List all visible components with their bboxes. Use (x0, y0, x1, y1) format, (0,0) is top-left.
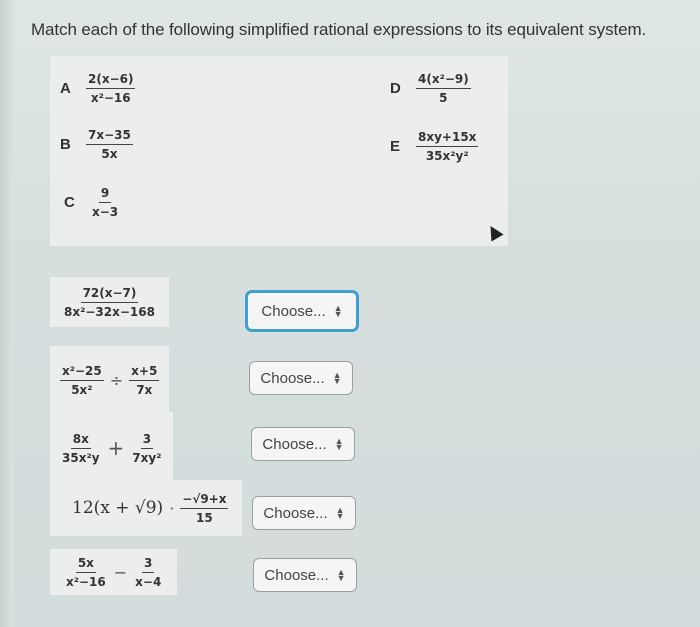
select-arrows-icon: ▲ ▼ (335, 505, 345, 521)
option-letter: D (390, 80, 401, 97)
option-fraction: 2(x−6) x²−16 (86, 72, 136, 105)
option-d: D 4(x²−9) 5 (390, 72, 471, 105)
select-arrows-icon: ▲ ▼ (332, 370, 342, 386)
option-letter: C (64, 194, 75, 211)
operator: · (169, 498, 175, 518)
expression: 5x x²−16 − 3 x−4 (50, 549, 178, 595)
option-e: E 8xy+15x 35x²y² (390, 130, 479, 163)
expression-fraction-right: 3 x−4 (135, 555, 162, 589)
option-fraction: 9 x−3 (92, 186, 119, 219)
option-fraction: 7x−35 5x (86, 128, 133, 161)
expression-prefix: 12(x + √9) (72, 498, 164, 518)
expression: 12(x + √9) · −√9+x 15 (50, 480, 243, 536)
expression-fraction-left: 5x x²−16 (66, 555, 106, 589)
option-fraction: 8xy+15x 35x²y² (416, 130, 479, 163)
option-letter: A (60, 80, 71, 97)
expression-fraction: −√9+x 15 (180, 491, 229, 525)
expression: 8x 35x²y + 3 7xy² (50, 412, 174, 484)
option-letter: E (390, 138, 401, 155)
screen-edge (0, 0, 14, 627)
select-arrows-icon: ▲ ▼ (336, 567, 346, 583)
expression-fraction-left: 8x 35x²y (62, 431, 100, 465)
problem-row-1: 72(x−7) 8x²−32x−168 (50, 277, 169, 327)
match-select-5[interactable]: Choose... ▲ ▼ (253, 558, 357, 592)
option-a: A 2(x−6) x²−16 (60, 72, 136, 105)
option-fraction: 4(x²−9) 5 (416, 72, 471, 105)
problem-row-2: x²−25 5x² ÷ x+5 7x (50, 346, 170, 414)
option-c: C 9 x−3 (64, 186, 120, 219)
match-select-1[interactable]: Choose... ▲ ▼ (245, 290, 359, 332)
question-text: Match each of the following simplified r… (31, 20, 647, 39)
operator: + (107, 436, 125, 460)
match-select-3[interactable]: Choose... ▲ ▼ (251, 427, 355, 461)
expression: 72(x−7) 8x²−32x−168 (50, 277, 169, 327)
operator: − (113, 562, 128, 582)
operator: ÷ (109, 370, 124, 390)
option-letter: B (60, 136, 71, 153)
problem-row-4: 12(x + √9) · −√9+x 15 (50, 480, 243, 536)
select-arrows-icon: ▲ ▼ (333, 303, 343, 319)
expression-fraction-right: x+5 7x (129, 363, 160, 397)
problem-row-3: 8x 35x²y + 3 7xy² (50, 412, 174, 484)
match-select-2[interactable]: Choose... ▲ ▼ (249, 361, 353, 395)
expression: x²−25 5x² ÷ x+5 7x (50, 346, 170, 414)
expression-fraction: 72(x−7) 8x²−32x−168 (64, 285, 155, 319)
match-select-4[interactable]: Choose... ▲ ▼ (252, 496, 356, 530)
expression-fraction-left: x²−25 5x² (60, 363, 104, 397)
expression-fraction-right: 3 7xy² (132, 431, 162, 465)
answer-options-panel: A 2(x−6) x²−16 B 7x−35 5x C 9 x−3 D 4(x²−9)… (50, 56, 508, 246)
option-b: B 7x−35 5x (60, 128, 133, 161)
select-arrows-icon: ▲ ▼ (334, 436, 344, 452)
problem-row-5: 5x x²−16 − 3 x−4 (50, 549, 178, 595)
